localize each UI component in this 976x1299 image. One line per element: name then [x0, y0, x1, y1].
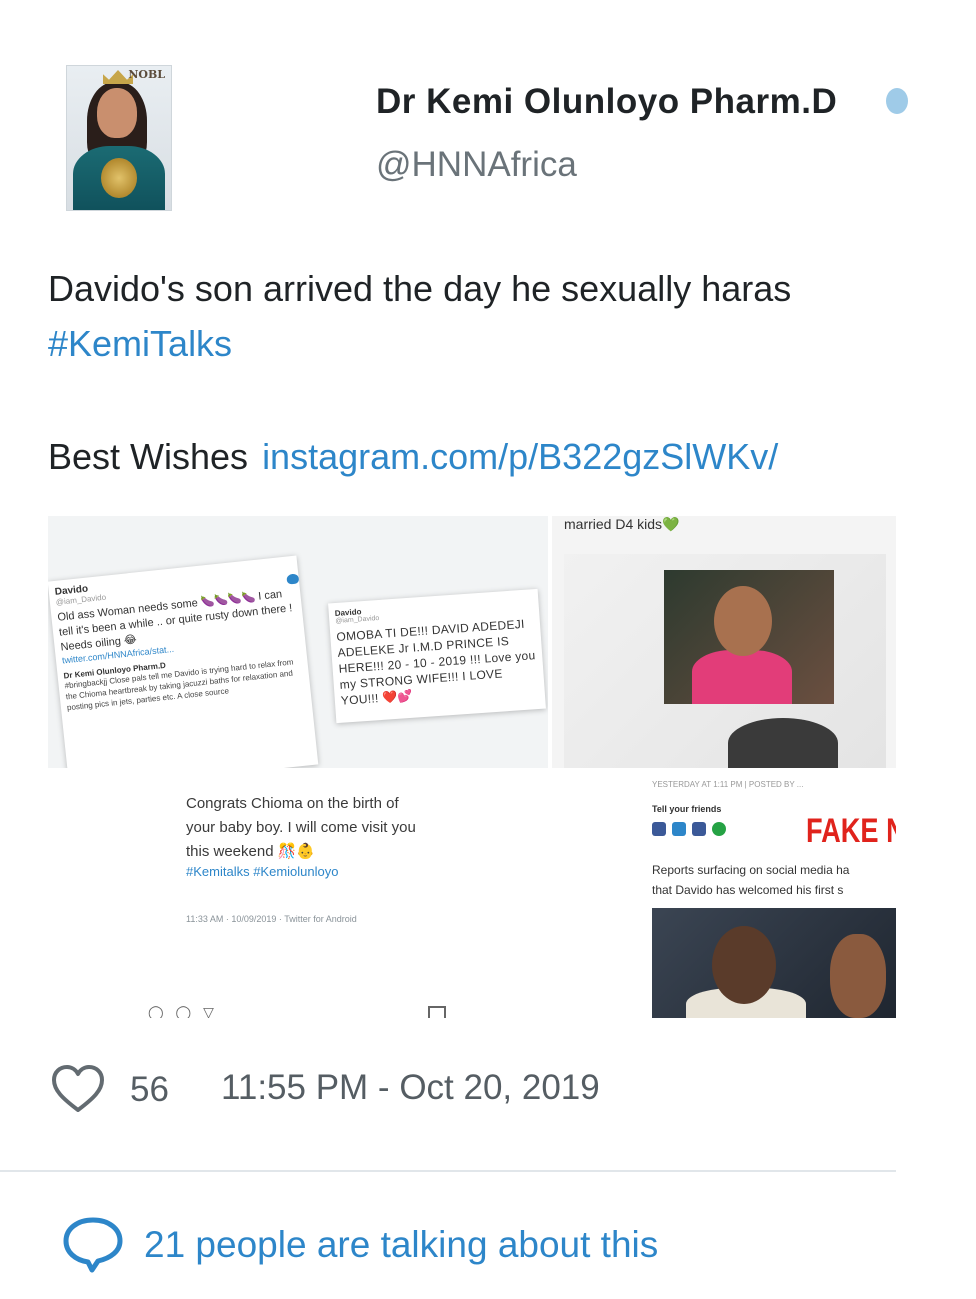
screenshot-tweet-tags: #Kemitalks #Kemiolunloyo — [186, 864, 339, 879]
bookmark-icon — [428, 1006, 446, 1018]
tile-caption: married D4 kids💚 — [564, 516, 680, 532]
facebook-icon — [652, 822, 666, 836]
article-excerpt-line: Reports surfacing on social media ha — [652, 863, 850, 877]
whatsapp-icon — [712, 822, 726, 836]
speech-bubble-icon — [63, 1217, 123, 1273]
article-excerpt-line: that Davido has welcomed his first s — [652, 883, 844, 897]
card-b-text: OMOBA TI DE!!! DAVID ADEDEJI ADELEKE Jr … — [335, 616, 536, 708]
tweet-link[interactable]: instagram.com/p/B322gzSlWKv/ — [262, 436, 778, 477]
tweet-hashtag[interactable]: #KemiTalks — [48, 323, 232, 365]
photo-person — [712, 926, 776, 1004]
article-share-label: Tell your friends — [652, 804, 722, 814]
photo-outfit — [692, 650, 792, 704]
twitter-bird-icon — [286, 573, 300, 585]
tweet-text-prefix: Best Wishes — [48, 436, 249, 477]
avatar-magazine-title: NOBL — [128, 68, 165, 81]
media-tile-bottom-right[interactable]: YESTERDAY AT 1:11 PM | POSTED BY ... Tel… — [552, 772, 896, 1018]
media-tile-top-left[interactable]: Davido @iam_Davido Old ass Woman needs s… — [48, 516, 548, 768]
screenshot-tweet-actions: ◯ ◯ ▽ — [148, 1004, 218, 1018]
tweet-timestamp[interactable]: 11:55 PM - Oct 20, 2019 — [221, 1068, 600, 1108]
article-meta: YESTERDAY AT 1:11 PM | POSTED BY ... — [652, 780, 804, 789]
article-photo — [652, 908, 896, 1018]
author-handle[interactable]: @HNNAfrica — [376, 145, 577, 185]
media-collage[interactable]: Davido @iam_Davido Old ass Woman needs s… — [48, 516, 896, 1018]
screenshot-card-davido-tweet: Davido @iam_Davido Old ass Woman needs s… — [48, 555, 319, 768]
couple-photo — [564, 554, 886, 768]
avatar-face — [97, 88, 137, 138]
email-icon — [692, 822, 706, 836]
divider — [0, 1170, 896, 1172]
screenshot-tweet-meta: 11:33 AM · 10/09/2019 · Twitter for Andr… — [186, 914, 357, 924]
photo-person — [830, 934, 886, 1018]
fake-news-badge: FAKE N — [806, 812, 896, 850]
screenshot-card-davido-announcement: Davido @iam_Davido OMOBA TI DE!!! DAVID … — [328, 588, 546, 724]
tweet-text-link-line: Best Wishes instagram.com/p/B322gzSlWKv/ — [48, 436, 778, 478]
like-count: 56 — [130, 1070, 169, 1109]
screenshot-tweet-text: Congrats Chioma on the birth of your bab… — [186, 795, 416, 860]
media-tile-bottom-left[interactable]: Congrats Chioma on the birth of your bab… — [48, 772, 548, 1018]
conversation-link[interactable]: 21 people are talking about this — [62, 1216, 658, 1274]
author-avatar[interactable]: NOBL — [66, 65, 172, 211]
media-tile-top-right[interactable]: married D4 kids💚 — [552, 516, 896, 768]
share-icons — [652, 822, 732, 841]
tweet-text: Davido's son arrived the day he sexually… — [48, 268, 792, 309]
photo-cap — [728, 718, 838, 768]
twitter-icon — [672, 822, 686, 836]
verified-badge-icon — [886, 88, 908, 114]
photo-person — [714, 586, 772, 656]
like-action[interactable]: 56 — [50, 1060, 169, 1120]
avatar-jewelry — [101, 158, 137, 198]
talking-count-text[interactable]: 21 people are talking about this — [144, 1224, 658, 1266]
heart-icon[interactable] — [50, 1062, 106, 1118]
article-excerpt: Reports surfacing on social media ha tha… — [652, 860, 849, 900]
author-name[interactable]: Dr Kemi Olunloyo Pharm.D — [376, 82, 837, 122]
